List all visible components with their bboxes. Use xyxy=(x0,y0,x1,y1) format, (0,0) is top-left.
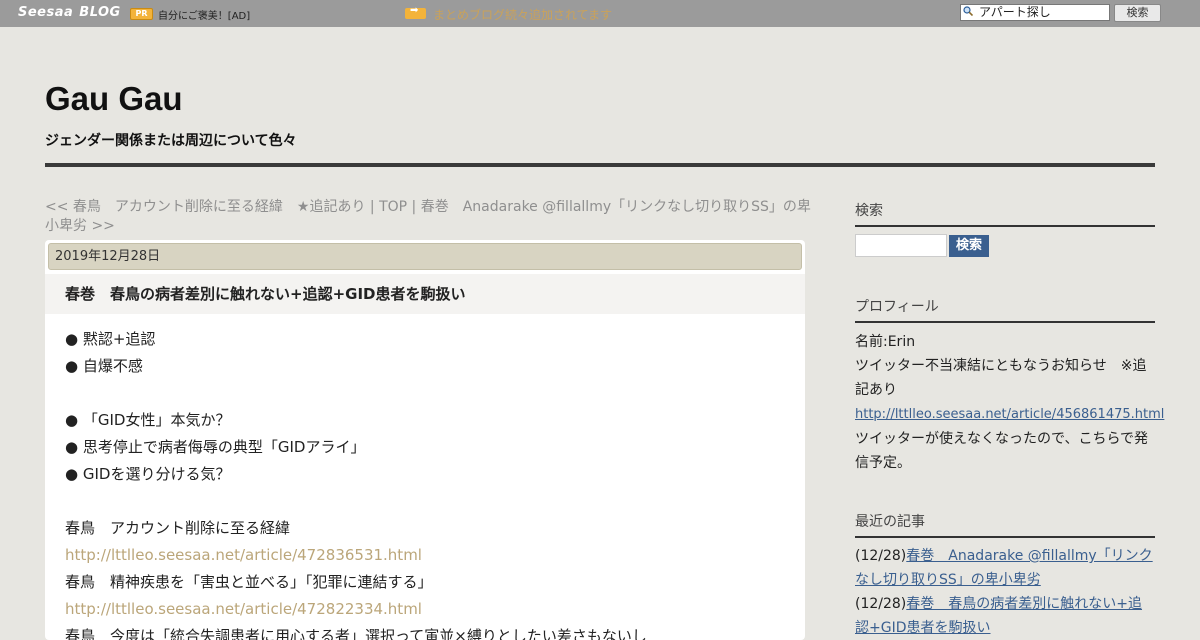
profile-link[interactable]: http://lttlleo.seesaa.net/article/456861… xyxy=(855,407,1164,422)
article-link[interactable]: http://lttlleo.seesaa.net/article/472836… xyxy=(65,542,647,569)
nav-separator: | xyxy=(365,199,380,215)
pr-ad-link[interactable]: 自分にご褒美！[AD] xyxy=(158,7,250,22)
profile-notice: ツイッター不当凍結にともなうお知らせ ※追記あり xyxy=(855,358,1147,398)
article-title-bar: 春巻 春鳥の病者差別に触れない+追認+GID患者を駒扱い xyxy=(45,274,805,314)
sidebar-search-input[interactable] xyxy=(855,234,947,257)
site-title[interactable]: Gau Gau xyxy=(45,80,183,118)
header-divider xyxy=(45,163,1155,167)
article-link[interactable]: http://lttlleo.seesaa.net/article/472822… xyxy=(65,596,647,623)
nav-separator: | xyxy=(407,199,421,215)
article-line: ● 思考停止で病者侮辱の典型「GIDアライ」 xyxy=(65,438,366,456)
article-line: ● GIDを選り分ける気？ xyxy=(65,465,231,483)
sidebar-search-button[interactable]: 検索 xyxy=(949,235,989,257)
article-title[interactable]: 春巻 春鳥の病者差別に触れない+追認+GID患者を駒扱い xyxy=(65,283,465,304)
article-line xyxy=(65,488,647,515)
article-line: 春鳥 精神疾患を「害虫と並べる」「犯罪に連結する」 xyxy=(65,573,433,591)
recent-article-date: (12/28) xyxy=(855,548,907,564)
article-line: ● 「GID女性」本気か？ xyxy=(65,411,231,429)
recent-article-item: (12/28)春巻 Anadarake @fillallmy「リンクなし切り取り… xyxy=(855,544,1155,592)
search-icon xyxy=(963,6,973,16)
pr-badge: PR xyxy=(130,8,153,20)
site-description: ジェンダー関係または周辺について色々 xyxy=(45,133,297,149)
profile-heading: プロフィール xyxy=(855,296,1155,323)
article-line xyxy=(65,380,647,407)
article-line: ● 黙認+追認 xyxy=(65,330,156,348)
search-heading: 検索 xyxy=(855,200,1155,227)
article-line: 春鳥 今度は「統合失調患者に用心する者」選択って寅並×縛りとしたい差さもないし xyxy=(65,627,647,640)
logo-text: Seesaa xyxy=(18,5,74,20)
arrow-right-icon xyxy=(405,5,426,19)
article-date: 2019年12月28日 xyxy=(48,243,802,270)
article-body: ● 黙認+追認 ● 自爆不感 ● 「GID女性」本気か？ ● 思考停止で病者侮辱の典… xyxy=(65,326,647,640)
top-search-button[interactable]: 検索 xyxy=(1114,4,1161,22)
top-link[interactable]: TOP xyxy=(379,199,407,215)
profile-body: 名前:Erin ツイッター不当凍結にともなうお知らせ ※追記あり http://… xyxy=(855,330,1164,475)
top-search-input[interactable]: アパート探し xyxy=(960,4,1110,21)
seesaa-blog-logo[interactable]: Seesaa BLOG xyxy=(18,5,121,20)
profile-name: 名前:Erin xyxy=(855,334,916,350)
recent-article-date: (12/28) xyxy=(855,596,907,612)
recent-articles-list: (12/28)春巻 Anadarake @fillallmy「リンクなし切り取り… xyxy=(855,544,1155,640)
article-line: 春鳥 アカウント削除に至る経緯 xyxy=(65,519,291,537)
article-line: ● 自爆不感 xyxy=(65,357,143,375)
sidebar: 検索 検索 プロフィール 名前:Erin ツイッター不当凍結にともなうお知らせ … xyxy=(855,200,1164,636)
recent-article-item: (12/28)春巻 春鳥の病者差別に触れない+追認+GID患者を駒扱い xyxy=(855,592,1155,640)
profile-note: ツイッターが使えなくなったので、こちらで発信予定。 xyxy=(855,431,1149,471)
article-navigation: << 春鳥 アカウント削除に至る経緯 ★追記あり | TOP | 春巻 Anad… xyxy=(45,198,815,236)
top-bar: Seesaa BLOG PR 自分にご褒美！[AD] まとめブログ続々追加されてま… xyxy=(0,0,1200,27)
prev-article-link[interactable]: << 春鳥 アカウント削除に至る経緯 ★追記あり xyxy=(45,199,365,215)
notice-link[interactable]: まとめブログ続々追加されてます xyxy=(433,6,612,23)
recent-heading: 最近の記事 xyxy=(855,511,1155,538)
logo-suffix: BLOG xyxy=(79,5,121,20)
article: 2019年12月28日 春巻 春鳥の病者差別に触れない+追認+GID患者を駒扱い… xyxy=(45,240,805,640)
